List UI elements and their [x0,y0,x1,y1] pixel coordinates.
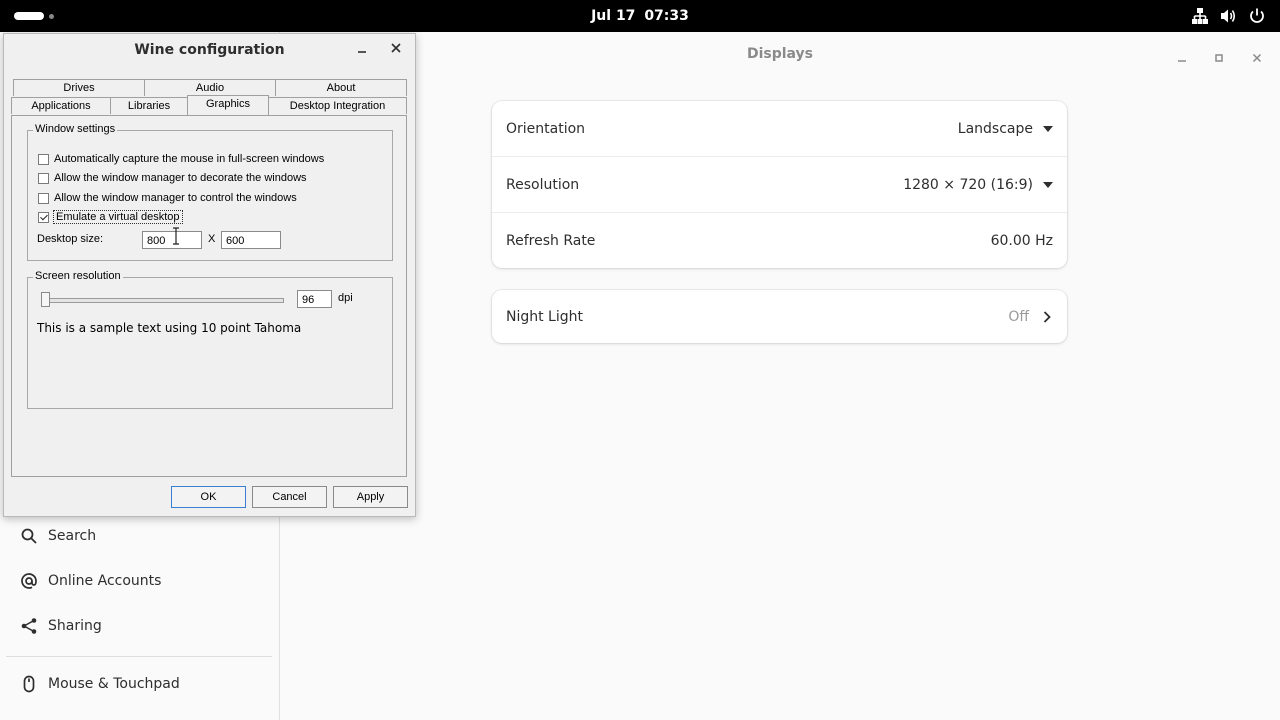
night-light-status: Off [1008,309,1053,325]
sidebar-separator [6,656,272,657]
tab-applications[interactable]: Applications [11,97,111,114]
size-separator-label: X [208,233,216,245]
screen-resolution-group: Screen resolution 96 dpi This is a sampl… [27,270,393,409]
tab-graphics[interactable]: Graphics [187,95,269,115]
orientation-label: Orientation [506,120,586,137]
clock-time: 07:33 [644,8,689,24]
dpi-unit-label: dpi [338,292,353,304]
window-settings-title: Window settings [33,123,118,135]
night-light-row[interactable]: Night Light Off [492,290,1067,343]
share-icon [21,618,37,634]
checkbox-box-checked[interactable] [38,211,49,223]
apply-button[interactable]: Apply [333,486,408,508]
cancel-button[interactable]: Cancel [252,486,327,508]
search-icon [21,528,37,544]
mouse-icon [23,675,35,693]
resolution-label: Resolution [506,176,580,193]
sidebar-item-label: Mouse & Touchpad [48,676,180,692]
wine-configuration-dialog: Wine configuration Drives Audio About Ap… [3,33,416,517]
capture-mouse-checkbox[interactable]: Automatically capture the mouse in full-… [38,153,324,165]
checkbox-label: Emulate a virtual desktop [53,210,183,224]
sidebar-item-sharing[interactable]: Sharing [0,604,279,648]
dialog-titlebar[interactable]: Wine configuration [4,34,415,66]
checkbox-box[interactable] [38,192,49,204]
font-sample-text: This is a sample text using 10 point Tah… [37,321,302,335]
close-icon [391,43,401,53]
minimize-icon [358,51,366,53]
refresh-rate-row: Refresh Rate 60.00 Hz [492,212,1067,268]
dialog-close-button[interactable] [388,42,404,58]
decorate-windows-checkbox[interactable]: Allow the window manager to decorate the… [38,172,307,184]
settings-content: Displays Orientation Landscape Resolutio… [280,32,1280,720]
desktop-height-input[interactable]: 600 [221,231,281,249]
dpi-slider-track[interactable] [42,298,284,303]
sidebar-item-online-accounts[interactable]: Online Accounts [0,559,279,603]
sidebar-item-label: Search [48,528,97,544]
tab-audio[interactable]: Audio [144,79,276,96]
dpi-input[interactable]: 96 [297,290,332,308]
top-bar: Jul 17 07:33 [0,0,1280,32]
sidebar-item-search[interactable]: Search [0,514,279,558]
resolution-row[interactable]: Resolution 1280 × 720 (16:9) [492,156,1067,212]
text-cursor-icon [173,227,179,245]
orientation-row[interactable]: Orientation Landscape [492,101,1067,156]
graphics-tab-panel: Window settings Automatically capture th… [11,115,407,477]
resolution-value: 1280 × 720 (16:9) [903,176,1033,193]
close-icon [1252,53,1262,63]
minimize-button[interactable] [1170,46,1194,70]
checkbox-label: Automatically capture the mouse in full-… [54,153,325,165]
tab-drives[interactable]: Drives [13,79,145,96]
dropdown-arrow-icon [1043,125,1053,132]
refresh-rate-value: 60.00 Hz [990,232,1053,249]
orientation-dropdown[interactable]: Landscape [958,121,1053,137]
checkbox-label: Allow the window manager to control the … [54,192,297,204]
window-settings-group: Window settings Automatically capture th… [27,123,393,261]
dpi-slider-thumb[interactable] [41,292,50,307]
checkbox-box[interactable] [38,172,49,184]
ok-button[interactable]: OK [171,486,246,508]
clock[interactable]: Jul 17 07:33 [0,0,1280,32]
night-light-label: Night Light [506,308,583,325]
dialog-minimize-button[interactable] [354,42,370,58]
night-light-value: Off [1008,308,1029,325]
sidebar-item-mouse-touchpad[interactable]: Mouse & Touchpad [0,662,279,706]
display-settings-card: Orientation Landscape Resolution 1280 × … [492,101,1067,268]
tab-libraries[interactable]: Libraries [110,97,188,114]
network-icon[interactable] [1191,7,1209,25]
resolution-dropdown[interactable]: 1280 × 720 (16:9) [903,177,1053,193]
refresh-rate-label: Refresh Rate [506,232,596,249]
tab-desktop-integration[interactable]: Desktop Integration [268,97,407,114]
power-icon[interactable] [1248,7,1266,25]
desktop-size-label: Desktop size: [37,233,104,245]
tab-about[interactable]: About [275,79,407,96]
control-windows-checkbox[interactable]: Allow the window manager to control the … [38,192,297,204]
dropdown-arrow-icon [1043,181,1053,188]
close-button[interactable] [1245,46,1269,70]
maximize-icon [1215,54,1223,62]
chevron-right-icon [1043,310,1051,323]
night-light-card: Night Light Off [492,290,1067,343]
maximize-button[interactable] [1207,46,1231,70]
page-title: Displays [746,46,814,62]
orientation-value: Landscape [957,120,1033,137]
sidebar-item-label: Online Accounts [48,573,162,589]
checkbox-label: Allow the window manager to decorate the… [54,172,307,184]
screen-resolution-title: Screen resolution [33,270,123,282]
minimize-icon [1178,60,1186,62]
sidebar-item-label: Sharing [48,618,102,634]
clock-date: Jul 17 [591,8,636,24]
at-sign-icon [21,573,37,589]
volume-icon[interactable] [1219,7,1237,25]
checkbox-box[interactable] [38,153,49,165]
virtual-desktop-checkbox[interactable]: Emulate a virtual desktop [38,210,183,224]
